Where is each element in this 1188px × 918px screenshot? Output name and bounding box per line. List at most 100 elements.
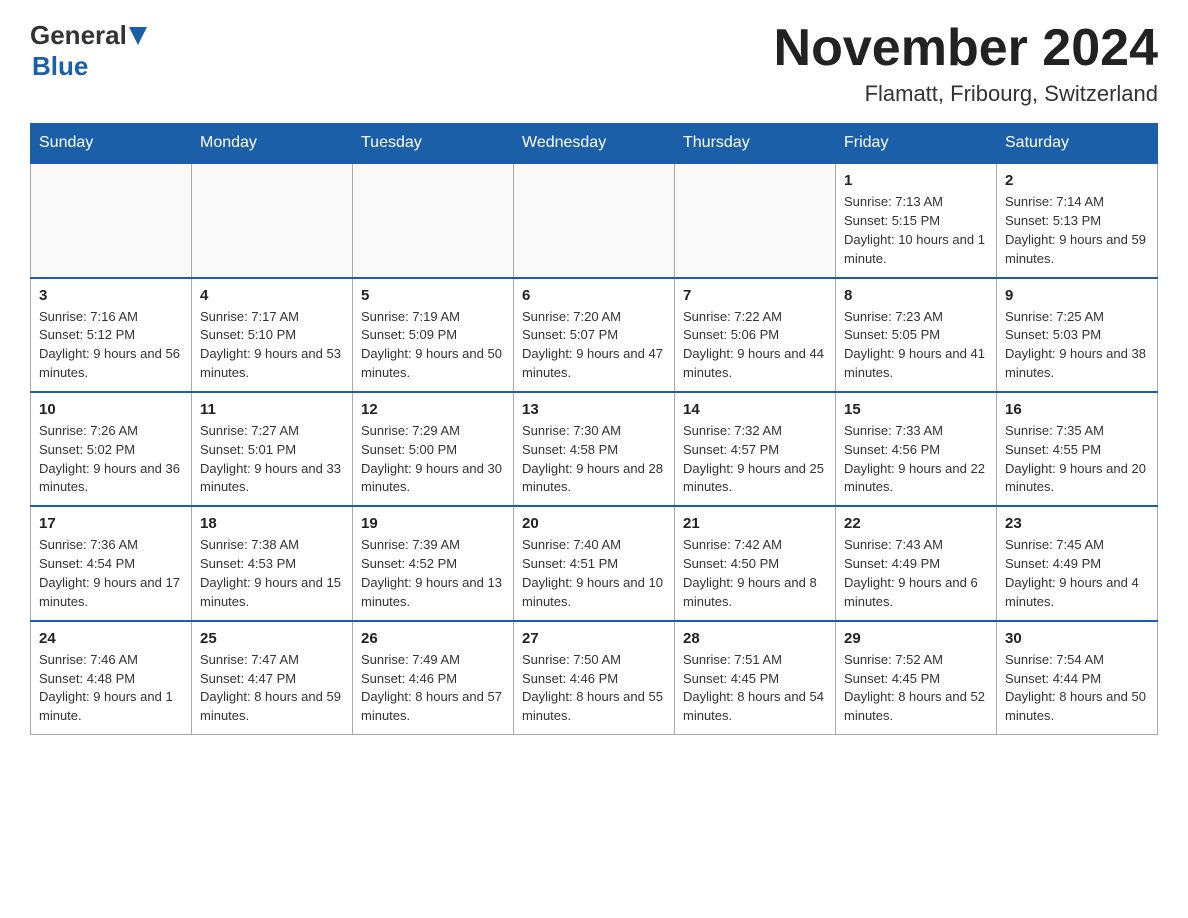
calendar-cell: 8Sunrise: 7:23 AM Sunset: 5:05 PM Daylig… <box>836 278 997 392</box>
day-info: Sunrise: 7:52 AM Sunset: 4:45 PM Dayligh… <box>844 651 988 726</box>
day-info: Sunrise: 7:43 AM Sunset: 4:49 PM Dayligh… <box>844 536 988 611</box>
calendar-cell: 12Sunrise: 7:29 AM Sunset: 5:00 PM Dayli… <box>353 392 514 506</box>
day-number: 4 <box>200 285 344 306</box>
calendar-cell: 3Sunrise: 7:16 AM Sunset: 5:12 PM Daylig… <box>31 278 192 392</box>
day-info: Sunrise: 7:30 AM Sunset: 4:58 PM Dayligh… <box>522 422 666 497</box>
day-info: Sunrise: 7:14 AM Sunset: 5:13 PM Dayligh… <box>1005 193 1149 268</box>
day-number: 25 <box>200 628 344 649</box>
day-number: 28 <box>683 628 827 649</box>
week-row-4: 17Sunrise: 7:36 AM Sunset: 4:54 PM Dayli… <box>31 506 1158 620</box>
day-info: Sunrise: 7:47 AM Sunset: 4:47 PM Dayligh… <box>200 651 344 726</box>
calendar-cell: 16Sunrise: 7:35 AM Sunset: 4:55 PM Dayli… <box>997 392 1158 506</box>
calendar-cell: 23Sunrise: 7:45 AM Sunset: 4:49 PM Dayli… <box>997 506 1158 620</box>
day-info: Sunrise: 7:16 AM Sunset: 5:12 PM Dayligh… <box>39 308 183 383</box>
day-number: 6 <box>522 285 666 306</box>
day-number: 8 <box>844 285 988 306</box>
calendar-cell: 9Sunrise: 7:25 AM Sunset: 5:03 PM Daylig… <box>997 278 1158 392</box>
calendar-cell: 22Sunrise: 7:43 AM Sunset: 4:49 PM Dayli… <box>836 506 997 620</box>
day-info: Sunrise: 7:38 AM Sunset: 4:53 PM Dayligh… <box>200 536 344 611</box>
day-number: 1 <box>844 170 988 191</box>
day-number: 29 <box>844 628 988 649</box>
header-monday: Monday <box>192 124 353 164</box>
calendar-cell: 24Sunrise: 7:46 AM Sunset: 4:48 PM Dayli… <box>31 621 192 735</box>
day-number: 19 <box>361 513 505 534</box>
day-info: Sunrise: 7:42 AM Sunset: 4:50 PM Dayligh… <box>683 536 827 611</box>
header-saturday: Saturday <box>997 124 1158 164</box>
day-number: 2 <box>1005 170 1149 191</box>
calendar-cell: 2Sunrise: 7:14 AM Sunset: 5:13 PM Daylig… <box>997 163 1158 277</box>
calendar-cell: 15Sunrise: 7:33 AM Sunset: 4:56 PM Dayli… <box>836 392 997 506</box>
day-number: 9 <box>1005 285 1149 306</box>
day-number: 18 <box>200 513 344 534</box>
day-info: Sunrise: 7:32 AM Sunset: 4:57 PM Dayligh… <box>683 422 827 497</box>
day-info: Sunrise: 7:46 AM Sunset: 4:48 PM Dayligh… <box>39 651 183 726</box>
calendar-cell: 20Sunrise: 7:40 AM Sunset: 4:51 PM Dayli… <box>514 506 675 620</box>
header-row: Sunday Monday Tuesday Wednesday Thursday… <box>31 124 1158 164</box>
month-year-title: November 2024 <box>774 20 1158 77</box>
calendar-cell <box>675 163 836 277</box>
page-header: General Blue November 2024 Flamatt, Frib… <box>30 20 1158 107</box>
calendar-cell <box>31 163 192 277</box>
day-number: 21 <box>683 513 827 534</box>
day-number: 13 <box>522 399 666 420</box>
calendar-cell <box>514 163 675 277</box>
day-info: Sunrise: 7:23 AM Sunset: 5:05 PM Dayligh… <box>844 308 988 383</box>
day-info: Sunrise: 7:27 AM Sunset: 5:01 PM Dayligh… <box>200 422 344 497</box>
day-info: Sunrise: 7:13 AM Sunset: 5:15 PM Dayligh… <box>844 193 988 268</box>
logo-arrow-icon <box>129 27 147 47</box>
week-row-3: 10Sunrise: 7:26 AM Sunset: 5:02 PM Dayli… <box>31 392 1158 506</box>
day-info: Sunrise: 7:29 AM Sunset: 5:00 PM Dayligh… <box>361 422 505 497</box>
calendar-cell: 4Sunrise: 7:17 AM Sunset: 5:10 PM Daylig… <box>192 278 353 392</box>
logo-blue-text: Blue <box>32 51 88 82</box>
day-info: Sunrise: 7:51 AM Sunset: 4:45 PM Dayligh… <box>683 651 827 726</box>
header-tuesday: Tuesday <box>353 124 514 164</box>
calendar-cell: 19Sunrise: 7:39 AM Sunset: 4:52 PM Dayli… <box>353 506 514 620</box>
day-info: Sunrise: 7:25 AM Sunset: 5:03 PM Dayligh… <box>1005 308 1149 383</box>
calendar-cell: 5Sunrise: 7:19 AM Sunset: 5:09 PM Daylig… <box>353 278 514 392</box>
calendar-cell: 21Sunrise: 7:42 AM Sunset: 4:50 PM Dayli… <box>675 506 836 620</box>
calendar-cell: 29Sunrise: 7:52 AM Sunset: 4:45 PM Dayli… <box>836 621 997 735</box>
day-number: 15 <box>844 399 988 420</box>
day-number: 5 <box>361 285 505 306</box>
calendar-cell <box>192 163 353 277</box>
header-thursday: Thursday <box>675 124 836 164</box>
calendar-cell: 6Sunrise: 7:20 AM Sunset: 5:07 PM Daylig… <box>514 278 675 392</box>
day-info: Sunrise: 7:22 AM Sunset: 5:06 PM Dayligh… <box>683 308 827 383</box>
location-subtitle: Flamatt, Fribourg, Switzerland <box>774 81 1158 107</box>
calendar-cell: 25Sunrise: 7:47 AM Sunset: 4:47 PM Dayli… <box>192 621 353 735</box>
calendar-cell <box>353 163 514 277</box>
day-info: Sunrise: 7:35 AM Sunset: 4:55 PM Dayligh… <box>1005 422 1149 497</box>
week-row-1: 1Sunrise: 7:13 AM Sunset: 5:15 PM Daylig… <box>31 163 1158 277</box>
day-info: Sunrise: 7:49 AM Sunset: 4:46 PM Dayligh… <box>361 651 505 726</box>
calendar-table: Sunday Monday Tuesday Wednesday Thursday… <box>30 123 1158 735</box>
day-number: 20 <box>522 513 666 534</box>
day-info: Sunrise: 7:54 AM Sunset: 4:44 PM Dayligh… <box>1005 651 1149 726</box>
day-info: Sunrise: 7:20 AM Sunset: 5:07 PM Dayligh… <box>522 308 666 383</box>
calendar-cell: 13Sunrise: 7:30 AM Sunset: 4:58 PM Dayli… <box>514 392 675 506</box>
day-info: Sunrise: 7:33 AM Sunset: 4:56 PM Dayligh… <box>844 422 988 497</box>
day-number: 16 <box>1005 399 1149 420</box>
day-number: 26 <box>361 628 505 649</box>
day-info: Sunrise: 7:45 AM Sunset: 4:49 PM Dayligh… <box>1005 536 1149 611</box>
day-number: 12 <box>361 399 505 420</box>
calendar-cell: 17Sunrise: 7:36 AM Sunset: 4:54 PM Dayli… <box>31 506 192 620</box>
day-info: Sunrise: 7:26 AM Sunset: 5:02 PM Dayligh… <box>39 422 183 497</box>
calendar-cell: 27Sunrise: 7:50 AM Sunset: 4:46 PM Dayli… <box>514 621 675 735</box>
calendar-cell: 7Sunrise: 7:22 AM Sunset: 5:06 PM Daylig… <box>675 278 836 392</box>
day-info: Sunrise: 7:19 AM Sunset: 5:09 PM Dayligh… <box>361 308 505 383</box>
calendar-cell: 10Sunrise: 7:26 AM Sunset: 5:02 PM Dayli… <box>31 392 192 506</box>
calendar-cell: 30Sunrise: 7:54 AM Sunset: 4:44 PM Dayli… <box>997 621 1158 735</box>
day-info: Sunrise: 7:17 AM Sunset: 5:10 PM Dayligh… <box>200 308 344 383</box>
day-info: Sunrise: 7:39 AM Sunset: 4:52 PM Dayligh… <box>361 536 505 611</box>
day-info: Sunrise: 7:36 AM Sunset: 4:54 PM Dayligh… <box>39 536 183 611</box>
day-number: 7 <box>683 285 827 306</box>
header-friday: Friday <box>836 124 997 164</box>
day-info: Sunrise: 7:40 AM Sunset: 4:51 PM Dayligh… <box>522 536 666 611</box>
calendar-cell: 1Sunrise: 7:13 AM Sunset: 5:15 PM Daylig… <box>836 163 997 277</box>
day-number: 3 <box>39 285 183 306</box>
calendar-cell: 18Sunrise: 7:38 AM Sunset: 4:53 PM Dayli… <box>192 506 353 620</box>
header-wednesday: Wednesday <box>514 124 675 164</box>
day-number: 24 <box>39 628 183 649</box>
header-sunday: Sunday <box>31 124 192 164</box>
title-block: November 2024 Flamatt, Fribourg, Switzer… <box>774 20 1158 107</box>
